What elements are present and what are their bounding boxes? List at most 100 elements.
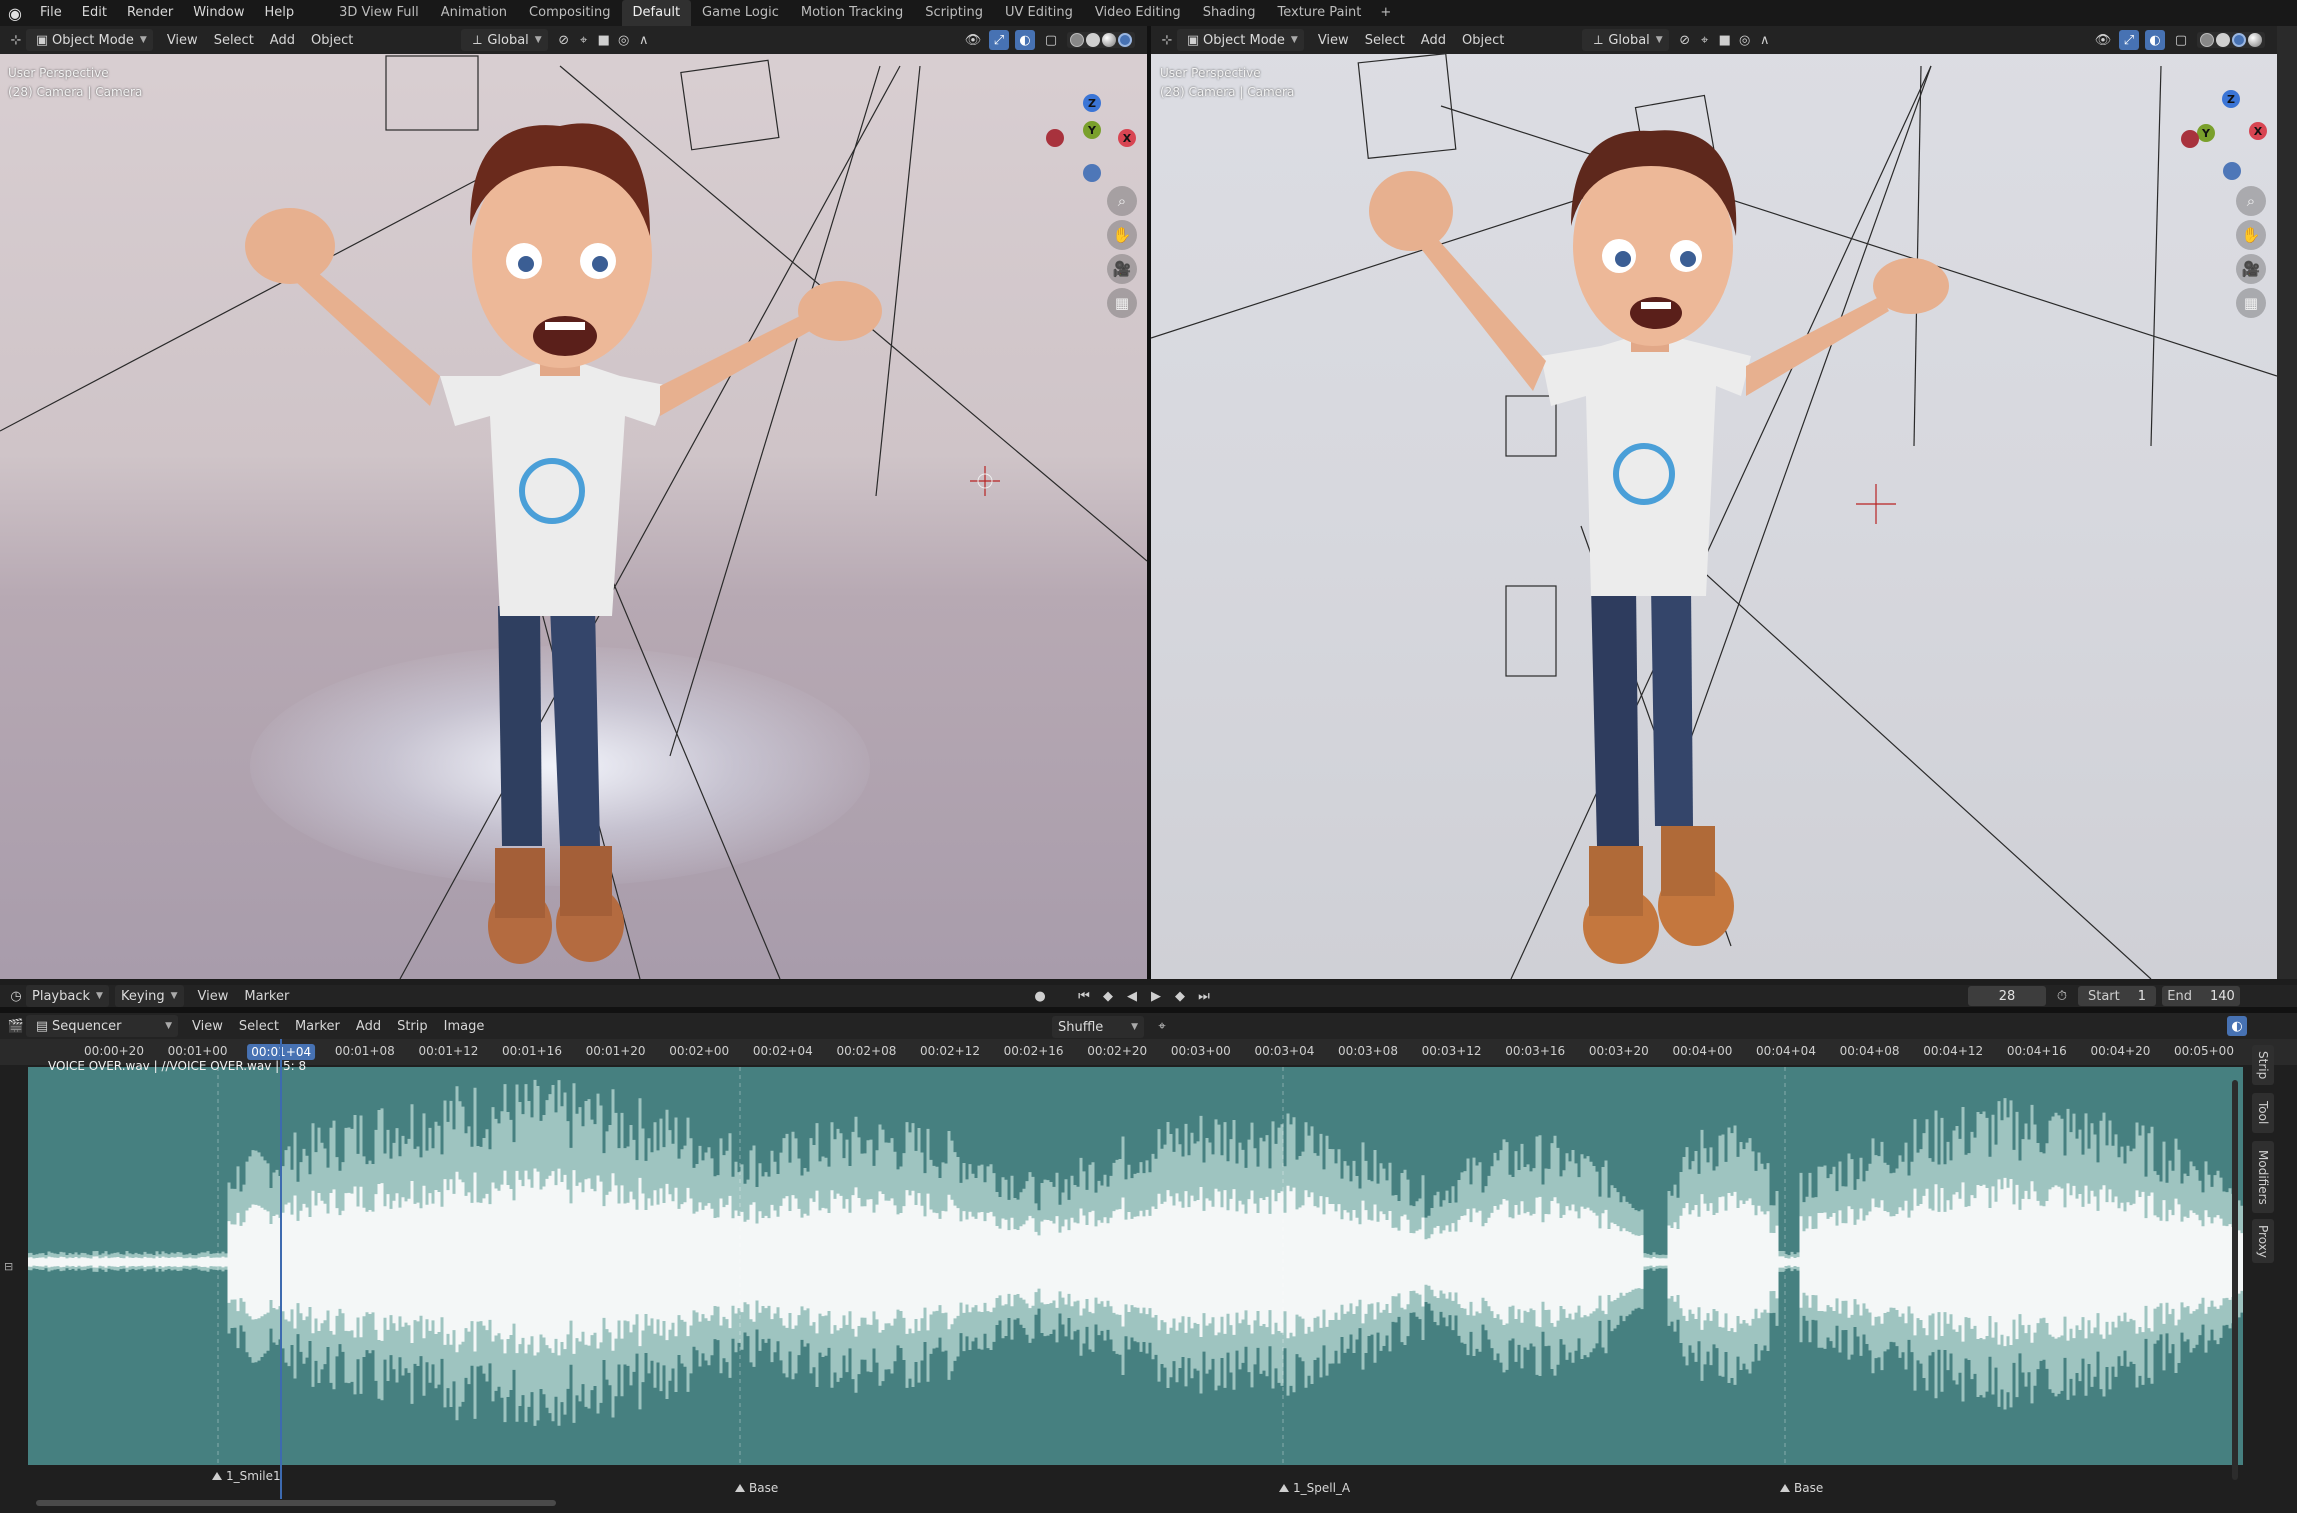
viewport-right[interactable]: ⊹ ▣ Object Mode ▼ View Select Add Object ⟂… <box>1151 26 2277 979</box>
overlay-toggle-icon[interactable]: ◐ <box>2227 1016 2247 1036</box>
menu-add[interactable]: Add <box>348 1015 389 1037</box>
pan-hand-icon[interactable]: ✋ <box>2236 220 2266 250</box>
pan-hand-icon[interactable]: ✋ <box>1107 220 1137 250</box>
snap-icon[interactable]: ⌖ <box>1152 1016 1172 1036</box>
playhead[interactable] <box>280 1039 282 1499</box>
ruler-tick-label: 00:03+20 <box>1588 1044 1649 1058</box>
menu-image[interactable]: Image <box>436 1015 493 1037</box>
sidebar-tab-proxy[interactable]: Proxy <box>2252 1219 2274 1263</box>
record-icon[interactable]: ● <box>1030 986 1050 1006</box>
prev-keyframe-icon[interactable]: ◆ <box>1098 986 1118 1006</box>
menu-file[interactable]: File <box>30 0 72 26</box>
tab-compositing[interactable]: Compositing <box>518 0 622 26</box>
camera-view-icon[interactable]: 🎥 <box>2236 254 2266 284</box>
timeline-editor-icon[interactable]: ◷ <box>6 986 26 1006</box>
ruler-tick-label: 00:02+12 <box>920 1044 980 1058</box>
viewport-left[interactable]: ⊹ ▣ Object Mode ▼ View Select Add Object ⟂… <box>0 26 1147 979</box>
sidebar-tab-strip[interactable]: Strip <box>2252 1045 2274 1085</box>
neg-x-axis-ball[interactable] <box>2181 130 2199 148</box>
jump-start-icon[interactable]: ⏮ <box>1074 986 1094 1006</box>
ruler-tick-label: 00:04+08 <box>1839 1044 1900 1058</box>
current-frame-field[interactable]: 28 <box>1968 986 2046 1006</box>
vertical-scrollbar[interactable] <box>2232 1080 2238 1480</box>
tab-game-logic[interactable]: Game Logic <box>691 0 790 26</box>
tab-scripting[interactable]: Scripting <box>914 0 994 26</box>
x-axis-ball[interactable]: X <box>1118 129 1136 147</box>
view-type-dropdown[interactable]: ▤ Sequencer ▼ <box>26 1015 178 1037</box>
y-axis-ball[interactable]: Y <box>1083 121 1101 139</box>
zoom-icon[interactable]: ⌕ <box>1107 186 1137 216</box>
character-render-left <box>245 123 882 964</box>
menu-help[interactable]: Help <box>255 0 305 26</box>
z-axis-ball[interactable]: Z <box>1083 94 1101 112</box>
playback-label: Playback <box>32 988 91 1004</box>
marker-base-2[interactable]: Base <box>1780 1481 1823 1495</box>
neg-z-axis-ball[interactable] <box>2223 162 2241 180</box>
menu-edit[interactable]: Edit <box>72 0 117 26</box>
overlap-mode-label: Shuffle <box>1058 1019 1104 1035</box>
neg-x-axis-ball[interactable] <box>1046 129 1064 147</box>
play-reverse-icon[interactable]: ◀ <box>1122 986 1142 1006</box>
perspective-label: User Perspective <box>1160 66 1261 80</box>
frame-object-label: (28) Camera | Camera <box>1160 85 1295 99</box>
sidebar-tab-tool[interactable]: Tool <box>2252 1093 2274 1133</box>
marker-label: Base <box>1794 1481 1824 1495</box>
sequencer-editor-icon[interactable]: 🎬 <box>6 1016 26 1036</box>
tab-3d-view-full[interactable]: 3D View Full <box>328 0 430 26</box>
jump-end-icon[interactable]: ⏭ <box>1194 986 1214 1006</box>
ruler-tick-label: 00:03+16 <box>1505 1044 1566 1058</box>
properties-edge[interactable] <box>2277 26 2297 979</box>
menu-window[interactable]: Window <box>183 0 254 26</box>
tab-default[interactable]: Default <box>621 0 692 26</box>
add-workspace-button[interactable]: + <box>1372 0 1399 26</box>
marker-1-spell-a[interactable]: 1_Spell_A <box>1279 1481 1350 1495</box>
nav-gizmo-right[interactable]: Z Y X <box>2181 66 2271 186</box>
grid-perspective-icon[interactable]: ▦ <box>1107 288 1137 318</box>
chevron-down-icon: ▼ <box>1131 1022 1138 1032</box>
channel-lock-icon[interactable]: ⊟ <box>4 1260 13 1273</box>
next-keyframe-icon[interactable]: ◆ <box>1170 986 1190 1006</box>
ruler-tick-label: 00:03+08 <box>1338 1044 1398 1058</box>
grid-perspective-icon[interactable]: ▦ <box>2236 288 2266 318</box>
menu-render[interactable]: Render <box>117 0 183 26</box>
tab-shading[interactable]: Shading <box>1192 0 1267 26</box>
play-icon[interactable]: ▶ <box>1146 986 1166 1006</box>
end-frame-field[interactable]: End 140 <box>2162 986 2240 1006</box>
menu-marker[interactable]: Marker <box>287 1015 348 1037</box>
z-axis-ball[interactable]: Z <box>2222 90 2240 108</box>
neg-z-axis-ball[interactable] <box>1083 164 1101 182</box>
time-ruler[interactable]: 00:00+2000:01+0000:01+0400:01+0800:01+12… <box>0 1039 2297 1065</box>
tab-motion-tracking[interactable]: Motion Tracking <box>790 0 914 26</box>
zoom-icon[interactable]: ⌕ <box>2236 186 2266 216</box>
overlap-mode-dropdown[interactable]: Shuffle ▼ <box>1052 1016 1144 1038</box>
tab-texture-paint[interactable]: Texture Paint <box>1267 0 1373 26</box>
y-axis-ball[interactable]: Y <box>2197 124 2215 142</box>
timeline-header: ◷ Playback ▼ Keying ▼ View Marker ● ⏮ ◆ ◀ … <box>0 985 2297 1007</box>
ruler-tick-label: 00:02+16 <box>1003 1044 1064 1058</box>
end-label: End <box>2167 988 2192 1004</box>
ruler-tick-label: 00:05+00 <box>2174 1044 2234 1058</box>
marker-base-1[interactable]: Base <box>735 1481 778 1495</box>
menu-view[interactable]: View <box>184 1015 231 1037</box>
sidebar-tab-modifiers[interactable]: Modifiers <box>2252 1141 2274 1213</box>
tab-uv-editing[interactable]: UV Editing <box>994 0 1084 26</box>
horizontal-scrollbar[interactable] <box>36 1500 556 1506</box>
menu-select[interactable]: Select <box>231 1015 287 1037</box>
menu-strip[interactable]: Strip <box>389 1015 436 1037</box>
x-axis-ball[interactable]: X <box>2249 122 2267 140</box>
viewport-left-nav-buttons: ⌕ ✋ 🎥 ▦ <box>1107 186 1139 318</box>
chevron-down-icon: ▼ <box>170 991 178 1001</box>
keying-dropdown[interactable]: Keying ▼ <box>114 985 184 1007</box>
menu-marker[interactable]: Marker <box>236 985 297 1007</box>
preview-range-icon[interactable]: ⏱ <box>2052 986 2072 1006</box>
playback-dropdown[interactable]: Playback ▼ <box>26 985 109 1007</box>
tab-video-editing[interactable]: Video Editing <box>1084 0 1192 26</box>
audio-strip[interactable] <box>28 1067 2243 1465</box>
blender-logo-icon[interactable]: ◉ <box>0 0 30 26</box>
marker-1-smile1[interactable]: 1_Smile1 <box>212 1469 281 1483</box>
tab-animation[interactable]: Animation <box>430 0 518 26</box>
menu-view[interactable]: View <box>190 985 237 1007</box>
start-frame-field[interactable]: Start 1 <box>2078 986 2156 1006</box>
nav-gizmo-left[interactable]: Z Y X <box>1040 66 1140 186</box>
camera-view-icon[interactable]: 🎥 <box>1107 254 1137 284</box>
